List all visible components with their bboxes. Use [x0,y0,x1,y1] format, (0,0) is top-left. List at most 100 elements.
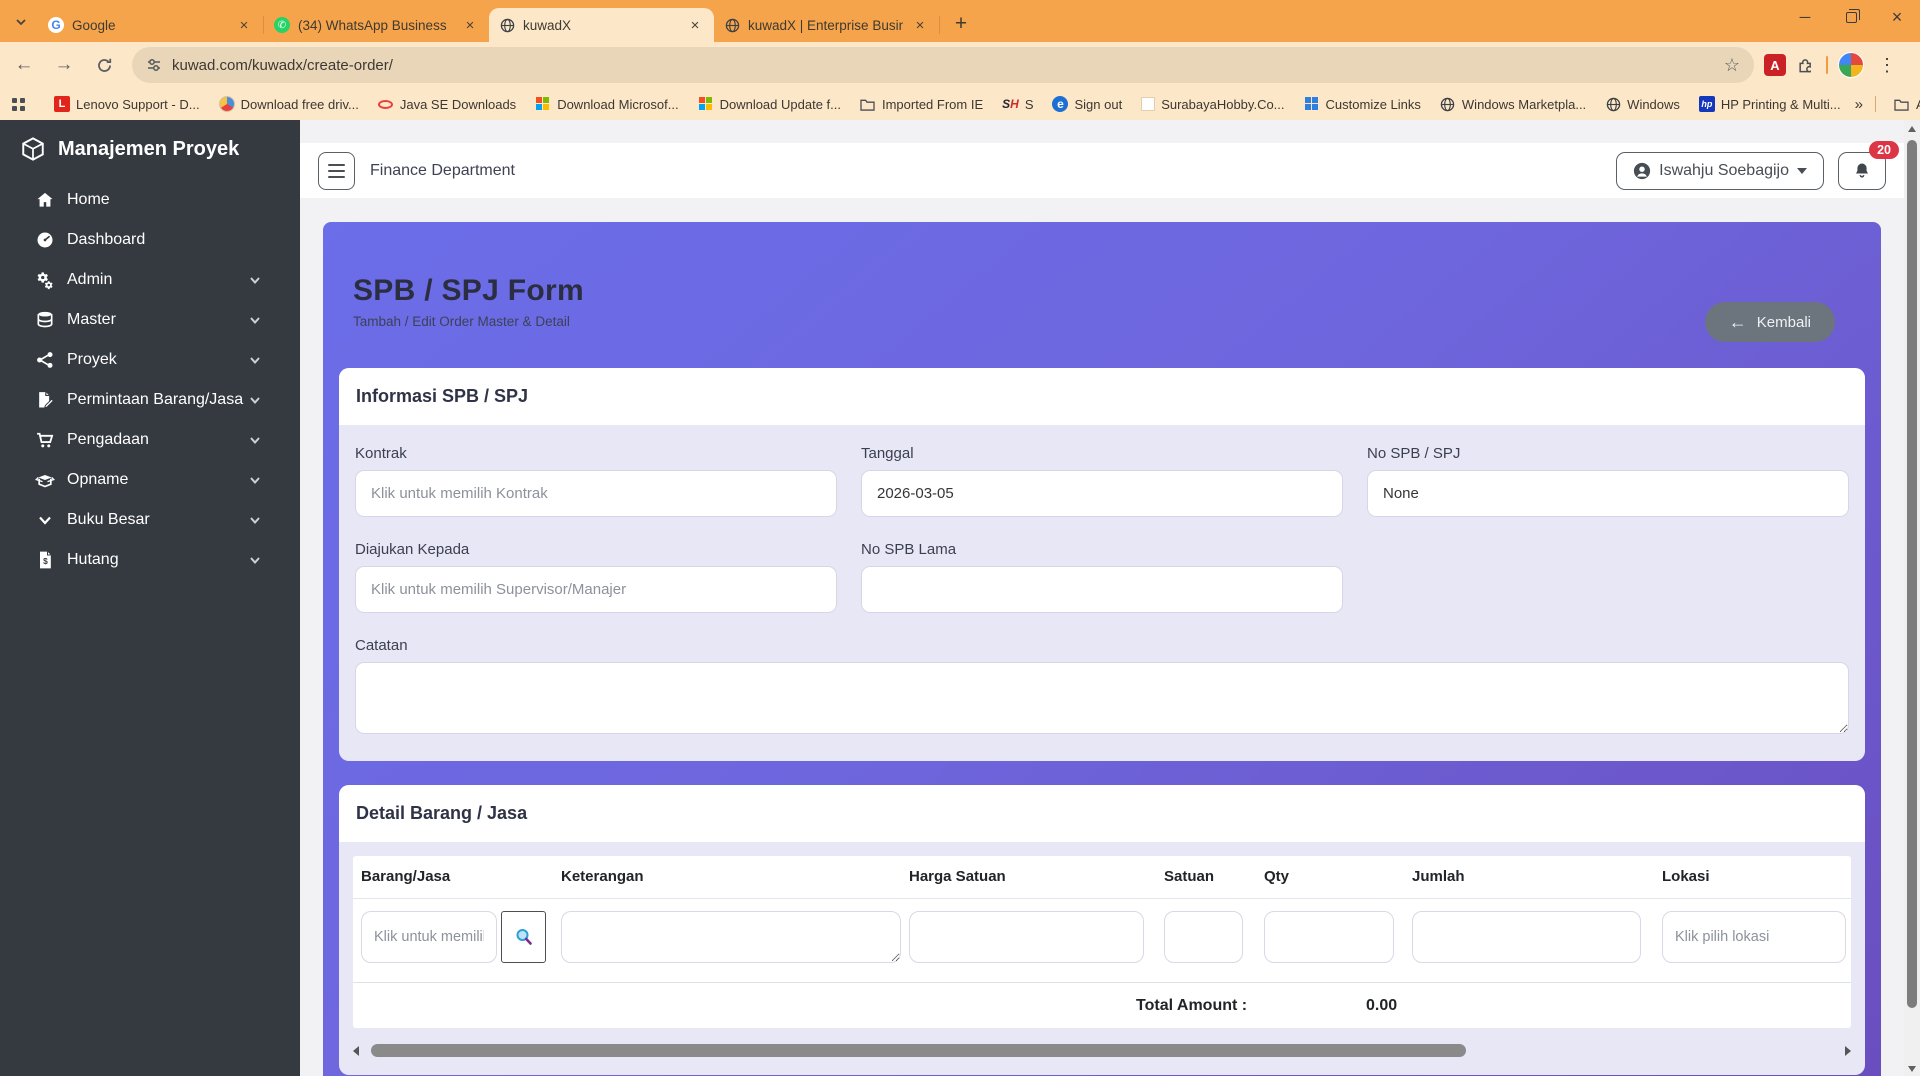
bookmark-item[interactable]: Windows Marketpla... [1435,94,1591,114]
kontrak-label: Kontrak [355,445,837,462]
url-text[interactable]: kuwad.com/kuwadx/create-order/ [172,57,1714,74]
site-settings-icon[interactable] [146,57,162,73]
no-spb-lama-label: No SPB Lama [861,541,1343,558]
arrow-left-icon: ← [1729,312,1747,333]
tab-google[interactable]: G Google × [38,8,263,42]
user-icon [1633,162,1651,180]
harga-satuan-input[interactable] [909,911,1144,963]
bookmark-item[interactable]: Windows [1600,94,1685,114]
bookmark-item[interactable]: hpHP Printing & Multi... [1694,94,1846,114]
sidebar-item-master[interactable]: Master [0,300,300,340]
java-oval-icon [378,96,394,112]
scrollbar-thumb[interactable] [371,1044,1466,1057]
jumlah-input[interactable] [1412,911,1641,963]
sidebar-item-home[interactable]: Home [0,180,300,220]
sidebar-item-admin[interactable]: Admin [0,260,300,300]
vertical-scrollbar[interactable] [1904,120,1920,1076]
back-button-kembali[interactable]: ← Kembali [1705,302,1835,342]
bookmark-item[interactable]: Imported From IE [855,94,988,114]
all-bookmarks-button[interactable]: All Bookmarks [1889,94,1920,114]
chevron-down-icon [248,473,262,487]
close-icon[interactable]: × [686,16,704,34]
total-row: Total Amount : 0.00 [353,982,1851,1028]
user-menu-button[interactable]: Iswahju Soebagijo [1616,152,1824,190]
scroll-left-arrow-icon[interactable] [353,1046,359,1056]
barang-lookup-button[interactable] [501,911,546,963]
kontrak-input[interactable] [355,470,837,517]
brand[interactable]: Manajemen Proyek [0,120,300,174]
bookmark-star-icon[interactable]: ☆ [1724,55,1740,76]
e-circle-icon: e [1052,96,1068,112]
column-header: Keterangan [561,868,901,885]
apps-grid-icon[interactable] [12,98,25,111]
sidebar-item-dashboard[interactable]: Dashboard [0,220,300,260]
scrollbar-thumb[interactable] [1907,140,1917,1008]
sidebar-item-opname[interactable]: Opname [0,460,300,500]
scrollbar-track[interactable] [363,1044,1845,1057]
sidebar: Manajemen Proyek Home Dashboard Admin Ma… [0,120,300,1076]
bookmark-item[interactable]: SurabayaHobby.Co... [1136,95,1289,114]
chevron-down-icon [1797,168,1807,174]
satuan-input[interactable] [1164,911,1243,963]
window-close-button[interactable]: × [1874,0,1920,34]
catatan-textarea[interactable] [355,662,1849,734]
tab-whatsapp[interactable]: ✆ (34) WhatsApp Business × [264,8,489,42]
tanggal-input[interactable] [861,470,1343,517]
extensions-puzzle-icon[interactable] [1796,55,1816,75]
adobe-extension-icon[interactable]: A [1764,54,1786,76]
detail-table: Barang/Jasa Keterangan Harga Satuan Satu… [353,856,1851,1028]
file-pen-icon [33,390,57,410]
sidebar-item-proyek[interactable]: Proyek [0,340,300,380]
bookmark-item[interactable]: Java SE Downloads [373,94,521,114]
scroll-right-arrow-icon[interactable] [1845,1046,1851,1056]
forward-button[interactable]: → [48,49,80,81]
barang-input[interactable] [361,911,497,963]
sidebar-item-buku-besar[interactable]: Buku Besar [0,500,300,540]
horizontal-scrollbar[interactable] [353,1042,1851,1059]
tab-kuwadx-active[interactable]: kuwadX × [489,8,714,42]
no-spb-lama-input[interactable] [861,566,1343,613]
sidebar-item-permintaan[interactable]: Permintaan Barang/Jasa [0,380,300,420]
back-button[interactable]: ← [8,49,40,81]
sidebar-toggle-button[interactable] [318,152,355,190]
chevron-down-icon [248,513,262,527]
profile-avatar[interactable] [1838,52,1864,78]
window-restore-button[interactable] [1828,0,1874,34]
globe-icon [1605,96,1621,112]
total-amount-value: 0.00 [1366,997,1397,1015]
diajukan-input[interactable] [355,566,837,613]
top-navbar: Finance Department Iswahju Soebagijo 20 [300,143,1904,198]
close-icon[interactable]: × [461,16,479,34]
no-spb-input[interactable] [1367,470,1849,517]
close-icon[interactable]: × [911,16,929,34]
department-title: Finance Department [370,162,515,180]
scroll-up-arrow-icon[interactable] [1908,126,1916,132]
bookmark-item[interactable]: Download Update f... [693,94,846,114]
sidebar-item-hutang[interactable]: $ Hutang [0,540,300,580]
new-tab-button[interactable]: + [946,9,976,39]
bookmark-item[interactable]: eSign out [1047,94,1127,114]
reload-button[interactable] [88,49,120,81]
notifications-button[interactable]: 20 [1838,152,1886,190]
close-icon[interactable]: × [235,16,253,34]
browser-menu-icon[interactable]: ⋮ [1874,55,1906,76]
bookmarks-separator [1875,96,1876,112]
bookmark-item[interactable]: LLenovo Support - D... [49,94,205,114]
bookmark-item[interactable]: Download Microsof... [530,94,683,114]
no-spb-label: No SPB / SPJ [1367,445,1849,462]
tab-search-button[interactable] [10,11,32,33]
bookmarks-overflow-button[interactable]: » [1855,96,1862,113]
keterangan-textarea[interactable] [561,911,901,963]
lokasi-input[interactable] [1662,911,1846,963]
sidebar-item-pengadaan[interactable]: Pengadaan [0,420,300,460]
address-bar[interactable]: kuwad.com/kuwadx/create-order/ ☆ [132,47,1754,83]
tab-kuwadx-enterprise[interactable]: kuwadX | Enterprise Business Pl × [714,8,939,42]
scroll-down-arrow-icon[interactable] [1908,1066,1916,1072]
share-nodes-icon [33,350,57,370]
bookmark-item[interactable]: SHS [997,95,1038,114]
bookmark-item[interactable]: Download free driv... [214,94,364,114]
database-icon [33,310,57,330]
qty-input[interactable] [1264,911,1394,963]
window-minimize-button[interactable]: ─ [1782,0,1828,34]
bookmark-item[interactable]: Customize Links [1299,94,1426,114]
